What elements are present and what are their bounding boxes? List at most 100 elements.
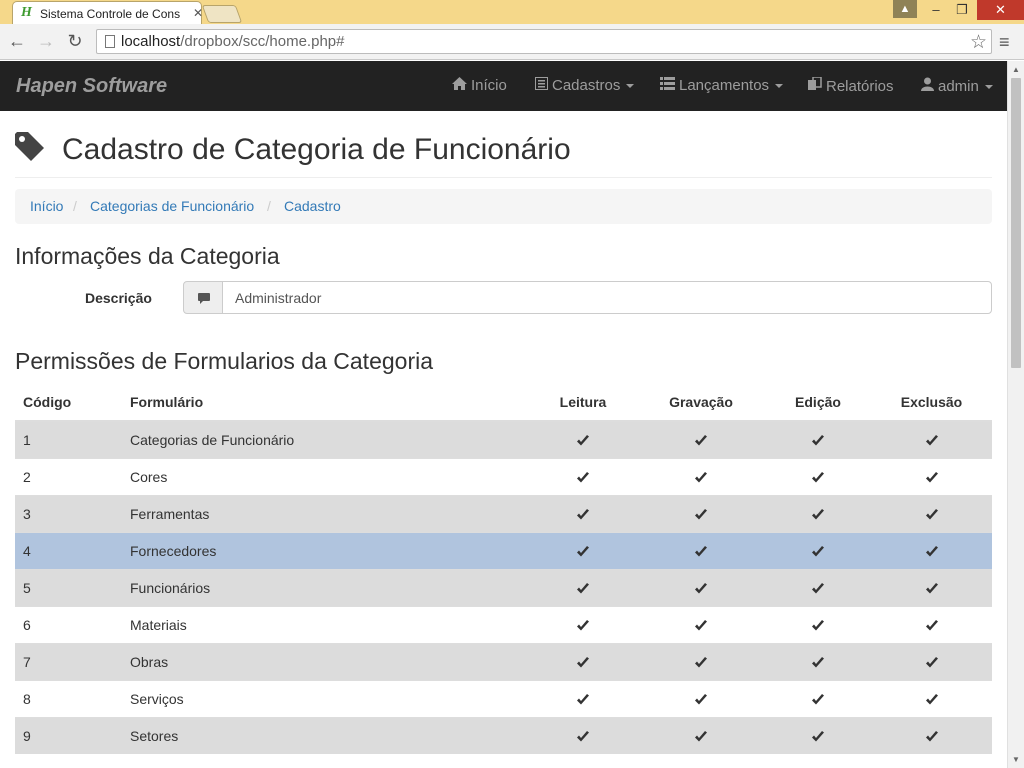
scroll-up-icon[interactable]: ▲ [1012,65,1020,74]
forward-icon[interactable]: → [36,31,56,51]
cell-leitura[interactable] [529,679,637,717]
cell-gravacao[interactable] [637,716,765,754]
cell-edicao[interactable] [765,494,871,532]
address-bar[interactable]: localhost/dropbox/scc/home.php# ☆ [96,29,992,54]
table-row[interactable]: 4 Fornecedores [15,531,992,569]
checkmark-icon [576,471,590,485]
table-row[interactable]: 8 Serviços [15,679,992,717]
checkmark-icon [576,730,590,744]
checkmark-icon [811,508,825,522]
nav-admin[interactable]: admin [921,77,993,95]
cell-gravacao[interactable] [637,568,765,606]
cell-exclusao[interactable] [871,531,992,569]
cell-leitura[interactable] [529,716,637,754]
cell-exclusao[interactable] [871,568,992,606]
cell-leitura[interactable] [529,568,637,606]
scroll-down-icon[interactable]: ▼ [1012,755,1020,764]
cell-exclusao[interactable] [871,457,992,495]
checkmark-icon [694,582,708,596]
cell-gravacao[interactable] [637,679,765,717]
cell-leitura[interactable] [529,531,637,569]
cell-exclusao[interactable] [871,494,992,532]
cell-edicao[interactable] [765,457,871,495]
table-row[interactable]: 3 Ferramentas [15,494,992,532]
checkmark-icon [925,434,939,448]
cell-exclusao[interactable] [871,716,992,754]
tab-close-icon[interactable]: ✕ [193,6,203,20]
table-row[interactable]: 6 Materiais [15,605,992,643]
tag-icon [15,132,44,161]
checkmark-icon [694,730,708,744]
table-row[interactable]: 1 Categorias de Funcionário [15,420,992,458]
cell-gravacao[interactable] [637,494,765,532]
table-row[interactable]: 5 Funcionários [15,568,992,606]
chrome-menu-icon[interactable]: ≡ [999,32,1010,53]
checkmark-icon [576,582,590,596]
cell-exclusao[interactable] [871,420,992,458]
cell-formulario: Serviços [122,679,529,717]
restore-button[interactable]: ❐ [948,0,976,20]
table-row[interactable]: 7 Obras [15,642,992,680]
checkmark-icon [694,471,708,485]
cell-formulario: Categorias de Funcionário [122,420,529,458]
url-text[interactable]: localhost/dropbox/scc/home.php# [121,33,344,50]
cell-gravacao[interactable] [637,605,765,643]
back-icon[interactable]: ← [7,31,27,51]
cell-codigo: 3 [15,494,122,532]
nav-relatorios[interactable]: Relatórios [808,77,894,95]
cell-edicao[interactable] [765,679,871,717]
cell-edicao[interactable] [765,531,871,569]
description-field[interactable] [222,281,992,314]
reload-icon[interactable]: ↻ [65,31,85,51]
scrollbar-thumb[interactable] [1011,78,1021,368]
checkmark-icon [811,582,825,596]
cell-leitura[interactable] [529,420,637,458]
cell-leitura[interactable] [529,457,637,495]
cell-edicao[interactable] [765,420,871,458]
cell-edicao[interactable] [765,605,871,643]
table-row[interactable]: 2 Cores [15,457,992,495]
brand-logo[interactable]: Hapen Software [16,75,167,98]
cell-edicao[interactable] [765,716,871,754]
comment-icon [183,281,223,314]
cell-exclusao[interactable] [871,642,992,680]
nav-cadastros[interactable]: Cadastros [535,77,635,94]
cell-formulario: Cores [122,457,529,495]
checkmark-icon [925,693,939,707]
nav-lancamentos[interactable]: Lançamentos [660,77,784,94]
cell-leitura[interactable] [529,642,637,680]
profile-icon[interactable]: ▲ [893,0,917,18]
checkmark-icon [811,693,825,707]
cell-exclusao[interactable] [871,679,992,717]
col-gravacao: Gravação [637,384,765,422]
bookmark-star-icon[interactable]: ☆ [970,31,987,54]
close-window-button[interactable]: ✕ [977,0,1024,20]
table-row[interactable]: 9 Setores [15,716,992,754]
breadcrumb-categorias[interactable]: Categorias de Funcionário [90,198,254,214]
page-scrollbar[interactable]: ▲ ▼ [1007,61,1024,768]
new-tab-button[interactable] [201,5,243,23]
chevron-down-icon [984,85,993,90]
cell-leitura[interactable] [529,494,637,532]
cell-gravacao[interactable] [637,457,765,495]
cell-codigo: 9 [15,716,122,754]
browser-tab[interactable]: H Sistema Controle de Cons ✕ [12,1,203,24]
cell-codigo: 5 [15,568,122,606]
cell-exclusao[interactable] [871,605,992,643]
cell-edicao[interactable] [765,642,871,680]
breadcrumb-inicio[interactable]: Início [30,198,63,214]
checkmark-icon [811,471,825,485]
nav-inicio[interactable]: Início [452,77,507,94]
cell-edicao[interactable] [765,568,871,606]
cell-gravacao[interactable] [637,642,765,680]
section-permissions-heading: Permissões de Formularios da Categoria [15,348,434,374]
cell-gravacao[interactable] [637,420,765,458]
minimize-button[interactable]: – [922,0,950,20]
checkmark-icon [576,619,590,633]
checkmark-icon [925,656,939,670]
breadcrumb-cadastro[interactable]: Cadastro [284,198,341,214]
description-input-group [183,281,992,314]
cell-gravacao[interactable] [637,531,765,569]
col-exclusao: Exclusão [871,384,992,422]
cell-leitura[interactable] [529,605,637,643]
